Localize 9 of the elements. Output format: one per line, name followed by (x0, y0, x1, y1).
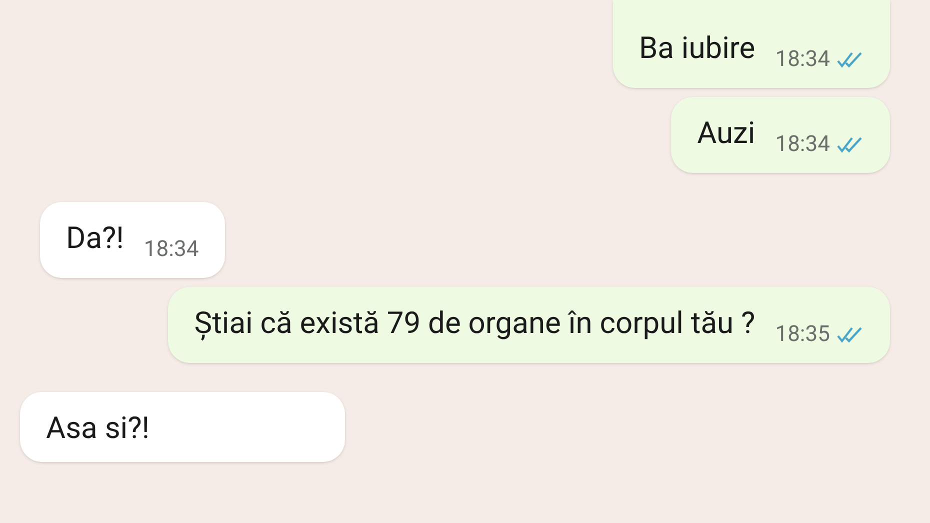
message-time: 18:34 (144, 236, 199, 264)
message-text: Da?! (66, 220, 124, 258)
message-time: 18:34 (775, 46, 830, 74)
message-text: Asa si?! (46, 410, 150, 448)
message-text: Auzi (697, 115, 756, 153)
message-time: 18:35 (775, 321, 830, 349)
message-text: Ba iubire (638, 30, 756, 68)
message-time: 18:34 (775, 131, 830, 159)
message-text: Știai că există 79 de organe în corpul tău ? (194, 305, 756, 343)
